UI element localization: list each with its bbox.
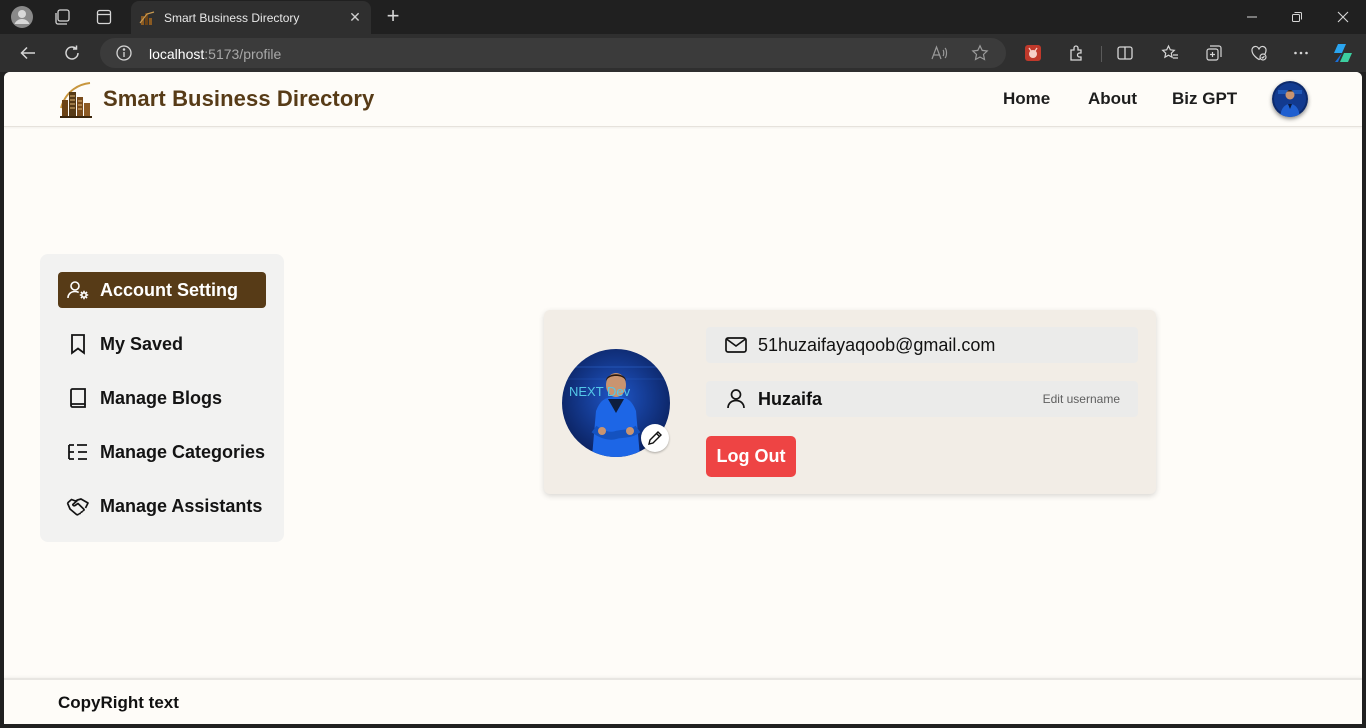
extensions-icon[interactable] — [1065, 41, 1089, 65]
list-tree-icon — [66, 440, 90, 464]
nav-home[interactable]: Home — [1003, 89, 1050, 109]
close-tab-icon[interactable]: ✕ — [345, 9, 365, 26]
user-avatar[interactable] — [1272, 81, 1308, 117]
footer-copyright: CopyRight text — [58, 693, 179, 712]
back-icon[interactable] — [16, 41, 40, 65]
photo-caption: NEXT Dev — [569, 384, 631, 399]
edit-photo-button[interactable] — [641, 424, 669, 452]
workspaces-icon[interactable] — [50, 5, 74, 29]
browser-toolbar: localhost:5173/profile — [0, 34, 1366, 72]
handshake-icon — [66, 494, 90, 518]
browser-essentials-icon[interactable] — [1247, 41, 1271, 65]
site-info-icon[interactable] — [115, 44, 133, 62]
sidebar-item-account-setting[interactable]: Account Setting — [58, 272, 266, 308]
close-window-icon[interactable] — [1331, 6, 1355, 28]
profile-icon[interactable] — [10, 5, 34, 29]
book-icon — [66, 386, 90, 410]
brand-logo-icon — [60, 82, 92, 118]
page-viewport: Smart Business Directory Home About Biz … — [4, 72, 1362, 724]
favorites-icon[interactable] — [1158, 41, 1182, 65]
refresh-icon[interactable] — [60, 41, 84, 65]
email-value: 51huzaifayaqoob@gmail.com — [758, 334, 996, 355]
pencil-icon — [648, 431, 662, 445]
nav-biz-gpt[interactable]: Biz GPT — [1172, 89, 1237, 109]
browser-tab-bar: Smart Business Directory ✕ + — [0, 0, 1366, 34]
copilot-icon[interactable] — [1331, 41, 1355, 65]
email-field: 51huzaifayaqoob@gmail.com — [706, 327, 1138, 363]
site-footer: CopyRight text — [4, 678, 1362, 724]
minimize-icon[interactable] — [1240, 6, 1264, 28]
address-bar[interactable]: localhost:5173/profile — [100, 38, 1006, 68]
username-field: Huzaifa Edit username — [706, 381, 1138, 417]
nav-about[interactable]: About — [1088, 89, 1137, 109]
user-icon — [724, 387, 748, 411]
read-aloud-icon[interactable] — [927, 41, 951, 65]
split-screen-icon[interactable] — [1113, 41, 1137, 65]
sidebar-item-manage-categories[interactable]: Manage Categories — [58, 434, 266, 470]
favorite-star-icon[interactable] — [968, 41, 992, 65]
sidebar: Account Setting My Saved Manage Blogs Ma… — [40, 254, 284, 542]
site-favicon-icon — [139, 10, 155, 25]
username-value: Huzaifa — [758, 388, 823, 409]
sidebar-item-label: Manage Assistants — [100, 495, 263, 516]
restore-icon[interactable] — [1285, 6, 1309, 28]
sidebar-item-manage-assistants[interactable]: Manage Assistants — [58, 488, 266, 524]
edit-username-link[interactable]: Edit username — [1043, 392, 1120, 406]
tab-actions-icon[interactable] — [92, 5, 116, 29]
sidebar-item-my-saved[interactable]: My Saved — [58, 326, 266, 362]
tab-title: Smart Business Directory — [164, 10, 300, 25]
brand-name: Smart Business Directory — [103, 86, 375, 111]
new-tab-icon[interactable]: + — [381, 5, 405, 29]
url-text: localhost:5173/profile — [149, 46, 282, 62]
sidebar-item-label: My Saved — [100, 333, 184, 354]
sidebar-item-label: Manage Categories — [100, 441, 266, 462]
browser-tab-active[interactable]: Smart Business Directory ✕ — [131, 1, 371, 34]
extension-red-icon[interactable] — [1021, 41, 1045, 65]
site-header: Smart Business Directory Home About Biz … — [4, 72, 1362, 127]
profile-card: NEXT Dev 51huzaifayaqoob@gmail.com Huzai… — [544, 310, 1156, 494]
more-menu-icon[interactable] — [1289, 41, 1313, 65]
user-gear-icon — [66, 278, 90, 302]
sidebar-item-manage-blogs[interactable]: Manage Blogs — [58, 380, 266, 416]
sidebar-item-label: Manage Blogs — [100, 387, 223, 408]
brand[interactable]: Smart Business Directory — [58, 80, 374, 118]
mail-icon — [724, 333, 748, 357]
collections-icon[interactable] — [1202, 41, 1226, 65]
sidebar-item-label: Account Setting — [100, 279, 238, 300]
logout-button[interactable]: Log Out — [706, 436, 796, 477]
bookmark-icon — [66, 332, 90, 356]
